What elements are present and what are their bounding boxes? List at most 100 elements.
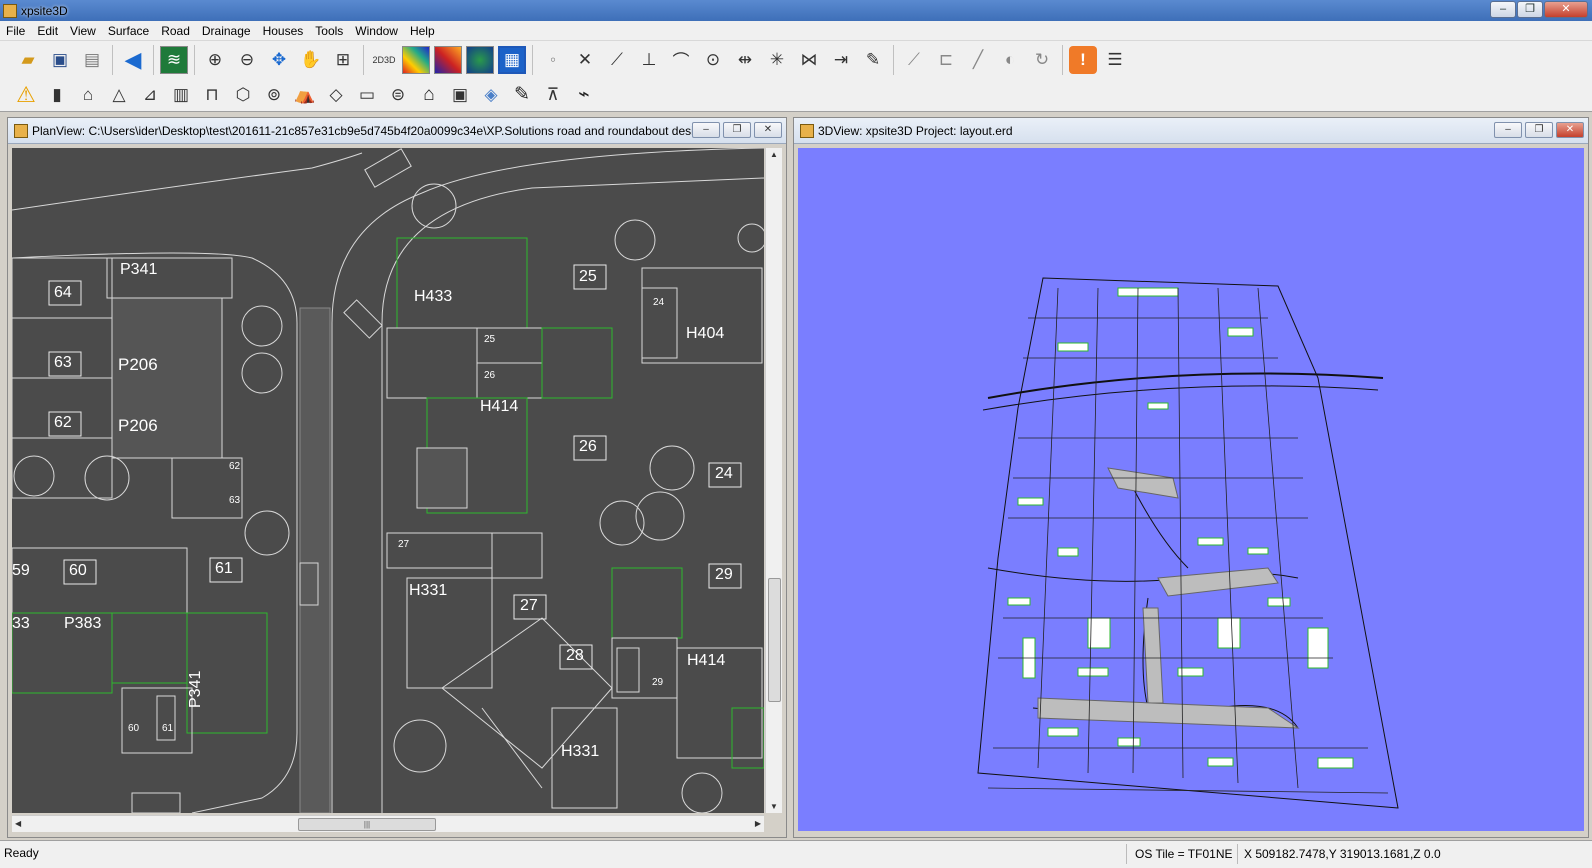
measure-icon[interactable]: ✎ — [859, 46, 887, 74]
3d-view-titlebar[interactable]: 3DView: xpsite3D Project: layout.erd – ❐… — [794, 118, 1588, 144]
chamber-icon[interactable]: ⊚ — [260, 81, 288, 109]
building-icon[interactable]: ▣ — [446, 81, 474, 109]
zoom-window-icon[interactable]: ⊞ — [329, 46, 357, 74]
toggle-2d3d-label: 2D3D — [372, 54, 396, 65]
fence-icon[interactable]: ▥ — [167, 81, 195, 109]
warning-alert-icon[interactable]: ! — [1069, 45, 1097, 74]
dimension-icon[interactable]: ⇥ — [827, 46, 855, 74]
scroll-right-icon[interactable]: ▶ — [755, 819, 761, 828]
3d-roads — [1037, 467, 1300, 729]
plan-vertical-scrollbar[interactable]: ▲ ▼ — [765, 148, 782, 813]
plan-view-canvas[interactable]: P341 64 63 62 P206 P206 62 63 59 60 61 3… — [12, 148, 764, 813]
menu-edit[interactable]: Edit — [31, 24, 64, 38]
label-h414-a: H414 — [480, 398, 519, 415]
garage-icon[interactable]: ⌂ — [74, 81, 102, 109]
maximize-button[interactable]: ❐ — [1517, 1, 1543, 18]
menu-file[interactable]: File — [0, 24, 31, 38]
zoom-in-icon[interactable]: ⊕ — [201, 46, 229, 74]
menu-view[interactable]: View — [64, 24, 102, 38]
pipe-icon[interactable]: ✎ — [508, 81, 536, 109]
label-26: 26 — [579, 438, 597, 455]
circle-center-icon[interactable]: ⊙ — [699, 46, 727, 74]
menu-window[interactable]: Window — [349, 24, 404, 38]
profile-icon[interactable]: ⌁ — [570, 81, 598, 109]
tank-icon[interactable]: ⊜ — [384, 81, 412, 109]
zoom-extents-icon[interactable]: ✥ — [265, 46, 293, 74]
print-icon[interactable]: ▤ — [78, 46, 106, 74]
nodes-icon[interactable]: ⋈ — [795, 46, 823, 74]
close-button[interactable]: ✕ — [1544, 1, 1588, 18]
manhole-icon[interactable]: ⬡ — [229, 81, 257, 109]
label-61: 61 — [215, 560, 233, 577]
plan-horizontal-scrollbar[interactable]: ◀ ||| ▶ — [12, 815, 764, 832]
scroll-left-icon[interactable]: ◀ — [15, 819, 21, 828]
plan-horizontal-thumb[interactable]: ||| — [298, 818, 436, 831]
label-62-small: 62 — [229, 461, 241, 472]
diagonal-icon[interactable]: ╱ — [964, 46, 992, 74]
scroll-up-icon[interactable]: ▲ — [770, 150, 778, 159]
menu-drainage[interactable]: Drainage — [196, 24, 257, 38]
intersect-icon[interactable]: ✕ — [571, 46, 599, 74]
open-folder-icon[interactable]: ▰ — [14, 46, 42, 74]
plan-minimize-button[interactable]: – — [692, 122, 720, 138]
headwall-icon[interactable]: ⊓ — [198, 81, 226, 109]
app-title-bar: xpsite3D – ❐ ✕ — [0, 0, 1592, 21]
back-arrow-icon[interactable]: ◀ — [119, 46, 147, 74]
app-title: xpsite3D — [21, 3, 68, 18]
arc-icon[interactable]: ⌒ — [667, 46, 695, 74]
label-24-small: 24 — [653, 297, 665, 308]
label-62: 62 — [54, 414, 72, 431]
plan-layout-icon[interactable]: ▦ — [498, 45, 526, 74]
menu-houses[interactable]: Houses — [257, 24, 310, 38]
offset-icon[interactable]: ⊏ — [932, 46, 960, 74]
line-point-icon[interactable]: ⟋ — [603, 46, 631, 74]
globe-icon[interactable] — [466, 45, 494, 74]
label-p206-b: P206 — [118, 416, 158, 435]
point-icon[interactable]: ◦ — [539, 46, 567, 74]
3d-minimize-button[interactable]: – — [1494, 122, 1522, 138]
pan-hand-icon[interactable]: ✋ — [297, 46, 325, 74]
asterisk-icon[interactable]: ✳ — [763, 46, 791, 74]
move-icon[interactable]: ⇹ — [731, 46, 759, 74]
plan-close-button[interactable]: ✕ — [754, 122, 782, 138]
wall-icon[interactable]: ▮ — [43, 81, 71, 109]
menu-surface[interactable]: Surface — [102, 24, 155, 38]
plan-view-titlebar[interactable]: PlanView: C:\Users\ider\Desktop\test\201… — [8, 118, 786, 144]
3d-close-button[interactable]: ✕ — [1556, 122, 1584, 138]
arc-point-icon[interactable]: ◐ — [996, 46, 1024, 74]
minimize-button[interactable]: – — [1490, 1, 1516, 18]
zoom-out-icon[interactable]: ⊖ — [233, 46, 261, 74]
3d-maximize-button[interactable]: ❐ — [1525, 122, 1553, 138]
ramp-icon[interactable]: ⊿ — [136, 81, 164, 109]
scroll-down-icon[interactable]: ▼ — [770, 802, 778, 811]
report-list-icon[interactable]: ☰ — [1101, 46, 1129, 74]
layers-icon[interactable]: ≋ — [160, 45, 188, 74]
main-toolbar: ▰ ▣ ▤ ◀ ≋ ⊕ ⊖ ✥ ✋ ⊞ 2D3D ▦ ◦ ✕ ⟋ ⊥ ⌒ ⊙ ⇹… — [0, 41, 1592, 78]
label-60-small: 60 — [128, 723, 140, 734]
kerb-icon[interactable]: ▭ — [353, 81, 381, 109]
perpendicular-icon[interactable]: ⊥ — [635, 46, 663, 74]
3d-site-outline — [977, 277, 1399, 809]
label-h331-a: H331 — [409, 582, 448, 599]
house-icon[interactable]: ⌂ — [415, 81, 443, 109]
hazard-warning-icon[interactable]: ⚠ — [12, 81, 40, 109]
plan-maximize-button[interactable]: ❐ — [723, 122, 751, 138]
cube-icon[interactable]: ◈ — [477, 81, 505, 109]
menu-tools[interactable]: Tools — [309, 24, 349, 38]
save-icon[interactable]: ▣ — [46, 46, 74, 74]
terrain-icon[interactable]: △ — [105, 81, 133, 109]
objects-toolbar: ⚠ ▮ ⌂ △ ⊿ ▥ ⊓ ⬡ ⊚ ⛺ ◇ ▭ ⊜ ⌂ ▣ ◈ ✎ ⊼ ⌁ — [0, 78, 1592, 112]
menu-help[interactable]: Help — [404, 24, 441, 38]
bridge-icon[interactable]: ⊼ — [539, 81, 567, 109]
contour-shading-icon[interactable] — [402, 45, 430, 74]
tent-structure-icon[interactable]: ⛺ — [291, 81, 319, 109]
toggle-2d3d-icon[interactable]: 2D3D — [370, 46, 398, 74]
plan-vertical-thumb[interactable] — [768, 578, 781, 702]
roof-icon[interactable]: ◇ — [322, 81, 350, 109]
line-draw-icon[interactable]: ⟋ — [900, 46, 928, 74]
label-28: 28 — [566, 647, 584, 664]
rotate-icon[interactable]: ↻ — [1028, 46, 1056, 74]
menu-road[interactable]: Road — [155, 24, 196, 38]
elevation-shading-icon[interactable] — [434, 45, 462, 74]
3d-view-canvas[interactable] — [798, 148, 1584, 831]
